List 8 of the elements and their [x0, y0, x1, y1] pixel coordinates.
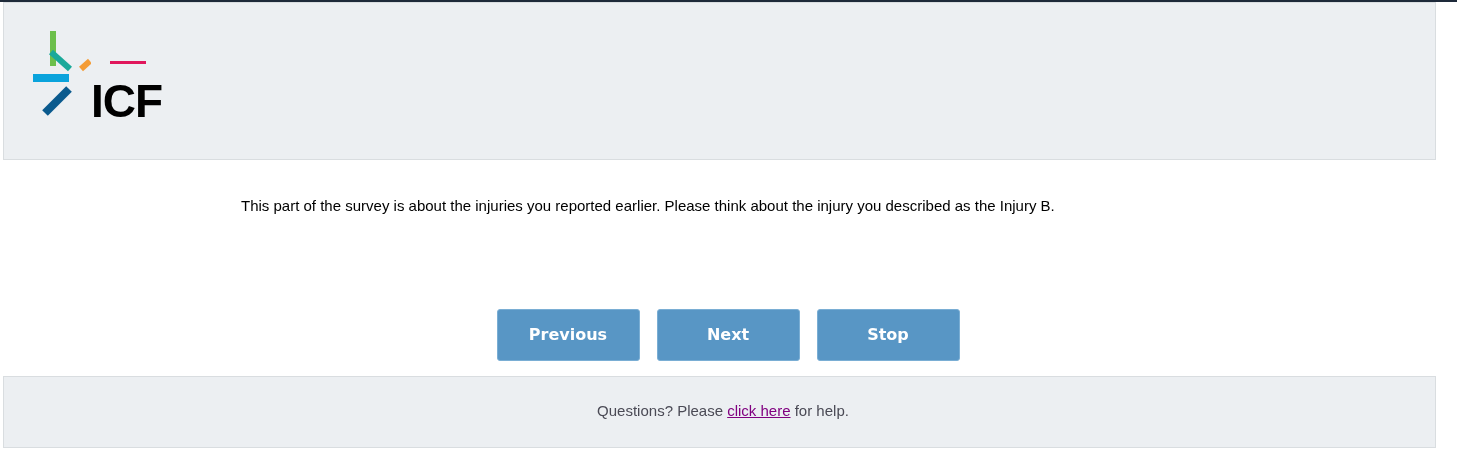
help-link[interactable]: click here: [727, 402, 791, 420]
intro-text: This part of the survey is about the injuries you reported earlier. Please think about the injury you described as the Injury B.: [241, 196, 1056, 216]
nav-button[interactable]: Stop: [816, 308, 960, 361]
nav-button[interactable]: Previous: [496, 308, 640, 361]
accent-line-icon: [110, 61, 146, 64]
nav-button[interactable]: Next: [656, 308, 800, 361]
logo-text: ICF: [91, 81, 163, 121]
help-text: Questions? Please click here for help.: [597, 401, 849, 422]
